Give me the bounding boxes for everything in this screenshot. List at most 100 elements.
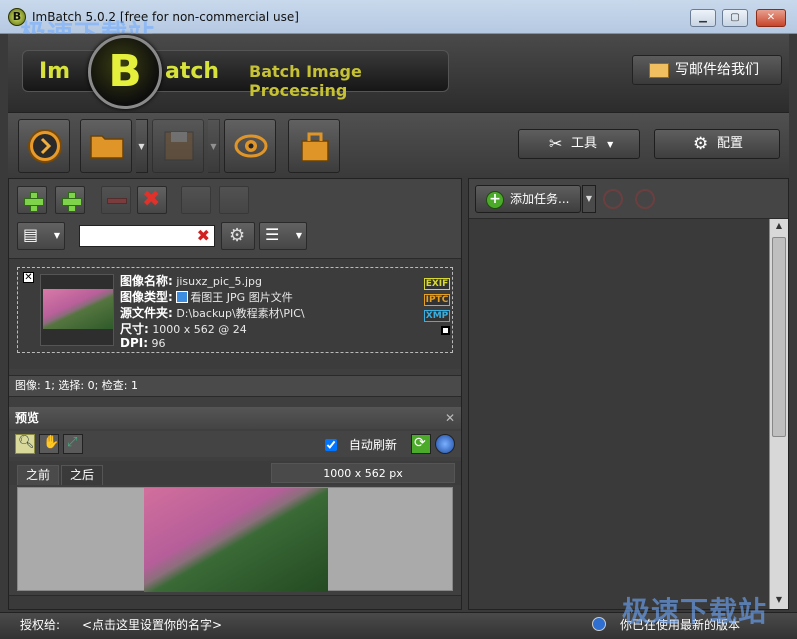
dpi-value: 96 — [151, 337, 166, 350]
hand-icon: ✋ — [43, 435, 60, 450]
add-images-button[interactable] — [17, 186, 47, 214]
fit-view-icon: ⤢ — [67, 435, 78, 450]
open-folder-dropdown[interactable]: ▼ — [136, 119, 148, 173]
tools-button[interactable]: ✂ 工具 ▼ — [518, 129, 640, 159]
image-settings-button[interactable]: ⚙ — [221, 222, 255, 250]
add-folder-button[interactable] — [55, 186, 85, 214]
logo-subtitle: Batch Image Processing — [249, 62, 362, 100]
minimize-button[interactable]: ▁ — [690, 9, 716, 27]
plus-icon — [62, 192, 82, 212]
scroll-thumb[interactable] — [772, 237, 786, 437]
run-button[interactable] — [18, 119, 70, 173]
sort-button[interactable]: ▤ ▼ — [17, 222, 65, 250]
tools-button-label: 工具 — [571, 136, 598, 151]
folder-icon — [90, 135, 124, 159]
image-status: 图像: 1; 选择: 0; 检查: 1 — [9, 375, 461, 397]
zoom-tool[interactable]: 🔍︎ — [15, 434, 35, 454]
save-button[interactable] — [152, 119, 204, 173]
list-view-icon: ☰ — [265, 225, 280, 244]
auto-refresh-label: 自动刷新 — [348, 438, 397, 452]
left-panel: ✖ ▤ ▼ ✖ ⚙ ☰ ▼ ✕ 图像名称: jisuxz_pic_5.jpg 图… — [8, 178, 462, 610]
iptc-badge[interactable]: IPTC — [424, 294, 450, 306]
list-item[interactable]: ✕ 图像名称: jisuxz_pic_5.jpg 图像类型: 看图王 JPG 图… — [17, 267, 453, 353]
image-dimensions: 1000 x 562 px — [271, 463, 455, 483]
preview-image — [144, 488, 328, 592]
watermark-bottom: 极速下载站 — [622, 595, 768, 628]
dpi-label: DPI: — [120, 336, 149, 350]
save-dropdown[interactable]: ▼ — [208, 119, 220, 173]
add-circle-icon: + — [486, 191, 504, 209]
remove-all-button[interactable]: ✖ — [137, 186, 167, 214]
image-type-value: 看图王 JPG 图片文件 — [190, 291, 293, 304]
thumbnail — [40, 274, 114, 346]
image-name-value: jisuxz_pic_5.jpg — [176, 275, 263, 288]
preview-toolbar: 🔍︎ ✋ ⤢ 自动刷新 ⟳ — [9, 431, 461, 457]
view-button[interactable] — [224, 119, 276, 173]
clear-search-icon[interactable]: ✖ — [197, 226, 210, 246]
header: Im B atch Batch Image Processing 写邮件给我们 — [8, 34, 789, 112]
auto-refresh-checkbox[interactable] — [325, 439, 337, 451]
email-button[interactable]: 写邮件给我们 — [632, 55, 782, 85]
view-mode-button[interactable]: ☰ ▼ — [259, 222, 307, 250]
globe-button[interactable] — [435, 434, 455, 454]
preview-title: 预览 — [15, 411, 40, 425]
add-task-dropdown[interactable]: ▼ — [582, 185, 596, 213]
gear-icon: ⚙ — [693, 134, 709, 154]
horizontal-scrollbar[interactable] — [9, 595, 461, 609]
image-type-row: 图像类型: 看图王 JPG 图片文件 — [120, 288, 293, 305]
search-input[interactable] — [80, 226, 190, 246]
add-task-button[interactable]: + 添加任务... — [475, 185, 581, 213]
preview-canvas[interactable] — [17, 487, 453, 592]
fit-tool[interactable]: ⤢ — [63, 434, 83, 454]
logo-text-right: atch — [165, 59, 220, 84]
tab-before[interactable]: 之前 — [17, 465, 60, 485]
vertical-scrollbar[interactable]: ▲ ▼ — [769, 219, 788, 609]
config-button-label: 配置 — [717, 136, 744, 151]
size-row: 尺寸: 1000 x 562 @ 24 — [120, 320, 247, 337]
main-toolbar: ▼ ▼ ✂ 工具 ▼ ⚙ 配置 — [8, 112, 789, 178]
remove-task-icon[interactable] — [603, 189, 623, 209]
preview-tabs: 之前 之后 1000 x 562 px — [9, 461, 461, 485]
close-preview-icon[interactable]: ✕ — [445, 407, 455, 429]
size-label: 尺寸: — [120, 322, 149, 336]
search-field[interactable]: ✖ — [79, 225, 215, 247]
xmp-badge[interactable]: XMP — [424, 310, 450, 322]
scroll-down-icon[interactable]: ▼ — [770, 595, 788, 604]
config-button[interactable]: ⚙ 配置 — [654, 129, 780, 159]
image-list: ✕ 图像名称: jisuxz_pic_5.jpg 图像类型: 看图王 JPG 图… — [9, 259, 461, 369]
logo-circle: B — [88, 35, 162, 109]
chevron-down-icon: ▼ — [53, 231, 60, 240]
move-up-button[interactable] — [181, 186, 211, 214]
move-down-button[interactable] — [219, 186, 249, 214]
plus-icon — [24, 192, 44, 212]
clear-tasks-icon[interactable] — [635, 189, 655, 209]
shop-button[interactable] — [288, 119, 340, 173]
logo-text-center: B — [108, 46, 142, 97]
size-value: 1000 x 562 @ 24 — [152, 323, 247, 336]
jpg-file-icon — [176, 291, 189, 303]
auto-refresh-toggle[interactable]: 自动刷新 — [325, 436, 397, 453]
delete-icon: ✖ — [142, 187, 161, 212]
item-checkbox[interactable]: ✕ — [23, 272, 34, 283]
maximize-button[interactable]: ▢ — [722, 9, 748, 27]
select-marker[interactable] — [441, 326, 450, 335]
tab-after[interactable]: 之后 — [61, 465, 104, 485]
image-name-row: 图像名称: jisuxz_pic_5.jpg — [120, 272, 262, 289]
magnifier-icon: 🔍︎ — [18, 435, 35, 450]
task-panel: + 添加任务... ▼ ▲ ▼ — [468, 178, 789, 610]
task-list[interactable] — [469, 219, 769, 609]
pan-tool[interactable]: ✋ — [39, 434, 59, 454]
remove-image-button[interactable] — [101, 186, 131, 214]
add-task-label: 添加任务... — [510, 192, 570, 206]
shopping-bag-icon — [301, 132, 329, 162]
open-folder-button[interactable] — [80, 119, 132, 173]
license-name-link[interactable]: <点击这里设置你的名字> — [82, 615, 222, 635]
scroll-up-icon[interactable]: ▲ — [770, 221, 788, 230]
chevron-down-icon: ▼ — [607, 140, 614, 149]
close-button[interactable]: ✕ — [756, 9, 786, 27]
exif-badge[interactable]: EXIF — [424, 278, 450, 290]
dpi-row: DPI: 96 — [120, 336, 166, 350]
floppy-disk-icon — [164, 131, 194, 161]
refresh-button[interactable]: ⟳ — [411, 434, 431, 454]
task-toolbar: + 添加任务... ▼ — [469, 179, 788, 219]
